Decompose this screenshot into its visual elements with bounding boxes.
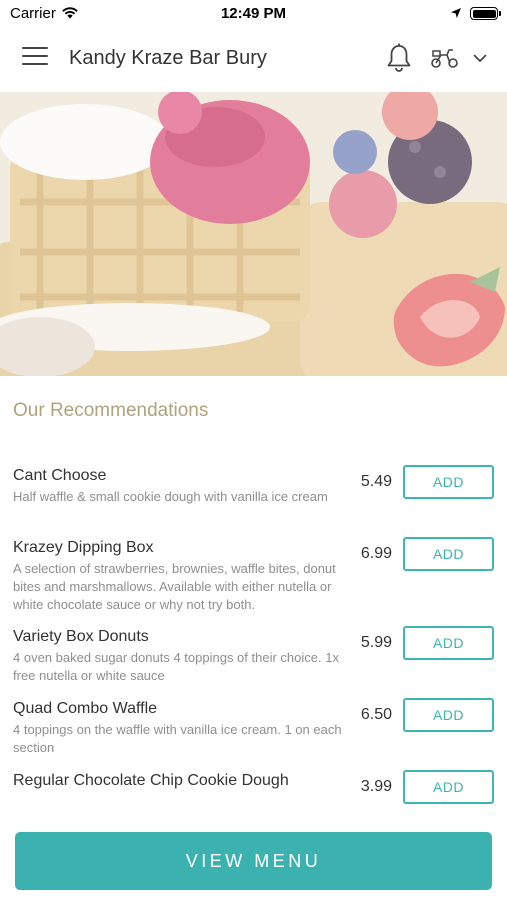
item-name: Regular Chocolate Chip Cookie Dough — [13, 772, 289, 789]
status-bar: Carrier 12:49 PM — [0, 0, 507, 28]
add-button[interactable]: ADD — [403, 465, 494, 499]
menu-icon[interactable] — [22, 47, 48, 69]
item-name: Quad Combo Waffle — [13, 700, 158, 717]
add-button[interactable]: ADD — [403, 537, 494, 571]
item-price: 6.50 — [360, 706, 392, 723]
item-description: 4 toppings on the waffle with vanilla ic… — [13, 722, 342, 755]
item-price: 5.99 — [360, 634, 392, 651]
add-button[interactable]: ADD — [403, 698, 494, 732]
hero-image — [0, 92, 507, 376]
item-price: 3.99 — [360, 778, 392, 795]
item-name: Cant Choose — [13, 467, 107, 484]
add-button[interactable]: ADD — [403, 626, 494, 660]
location-arrow-icon — [451, 8, 461, 18]
delivery-scooter-icon[interactable] — [430, 47, 460, 69]
navbar: Kandy Kraze Bar Bury — [0, 28, 507, 92]
battery-cap — [499, 11, 501, 16]
battery-icon — [470, 7, 498, 20]
bell-icon[interactable] — [385, 42, 413, 74]
item-price: 6.99 — [360, 545, 392, 562]
item-name: Variety Box Donuts — [13, 628, 149, 645]
view-menu-button[interactable]: VIEW MENU — [15, 832, 492, 890]
item-price: 5.49 — [360, 473, 392, 490]
item-description: Half waffle & small cookie dough with va… — [13, 489, 328, 504]
item-description: A selection of strawberries, brownies, w… — [13, 561, 336, 612]
chevron-down-icon[interactable] — [473, 54, 487, 63]
item-description: 4 oven baked sugar donuts 4 toppings of … — [13, 650, 339, 683]
page-title: Kandy Kraze Bar Bury — [69, 47, 267, 69]
section-title-recommendations: Our Recommendations — [13, 400, 209, 421]
status-time: 12:49 PM — [220, 5, 287, 22]
item-name: Krazey Dipping Box — [13, 539, 154, 556]
add-button[interactable]: ADD — [403, 770, 494, 804]
